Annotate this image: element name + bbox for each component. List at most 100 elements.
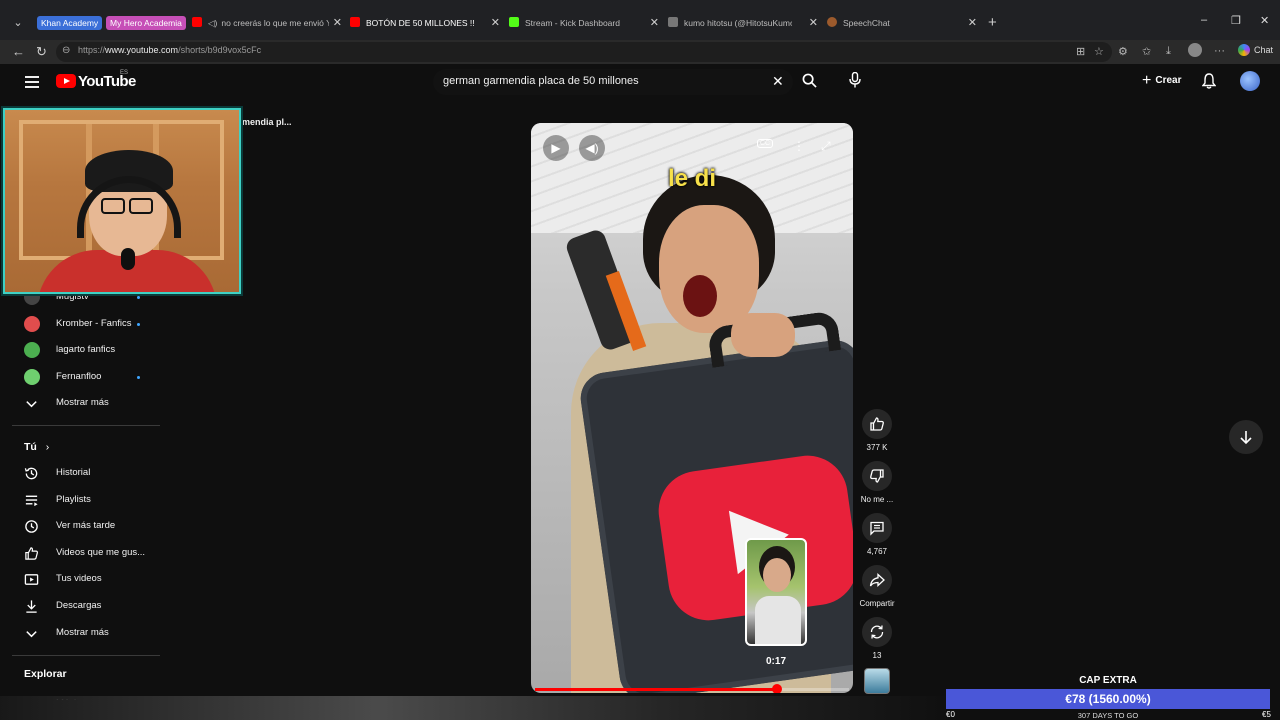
volume-icon[interactable]: ◀) [579,135,605,161]
new-tab-icon[interactable]: + [988,14,997,31]
captions-icon[interactable]: CC [757,139,774,148]
remix-icon [870,625,884,639]
video-progress-knob[interactable] [771,684,782,693]
you-heading-label: Tú [24,441,37,453]
app-install-icon[interactable]: ⊞ [1076,45,1085,58]
downloads-icon [26,600,37,613]
favorites-icon[interactable]: ✩ [1142,45,1151,58]
screen: ⌄ Khan Academy My Hero Academia ◁) no cre… [0,0,1280,720]
close-tab-icon[interactable]: ✕ [968,13,977,34]
share-button[interactable]: Compartir [858,565,896,608]
sidebar-channel-kromber[interactable]: Kromber - Fanfics [0,312,160,336]
search-icon[interactable] [802,73,817,88]
extensions-icon[interactable]: ⚙ [1118,45,1128,58]
sidebar-item-your-videos[interactable]: Tus videos [0,567,160,591]
new-content-dot [137,296,140,299]
site-info-icon[interactable]: ⊖ [62,45,70,56]
sidebar-item-liked-videos[interactable]: Videos que me gus... [0,541,160,565]
sidebar-channel-fernanfloo[interactable]: Fernanfloo [0,365,160,389]
play-button[interactable]: ▶ [543,135,569,161]
notifications-bell-icon[interactable] [1202,73,1216,89]
tab-group-khan-academy[interactable]: Khan Academy [37,16,103,30]
tab-title: Stream - Kick Dashboard [525,18,620,28]
youtube-favicon-icon [350,17,360,27]
dislike-label: No me ... [860,495,894,504]
browser-tab-5[interactable]: SpeechChat ✕ [827,13,977,34]
more-menu-icon[interactable]: ··· [1214,45,1225,57]
youtube-favicon-icon [192,17,202,27]
sidebar-channel-lagarto[interactable]: lagarto fanfics [0,338,160,362]
close-tab-icon[interactable]: ✕ [491,13,500,34]
speaker-icon: ◁) [208,18,218,28]
new-content-dot [137,376,140,379]
sidebar-item-downloads[interactable]: Descargas [0,594,160,618]
copilot-icon [1238,44,1250,56]
sidebar-show-more-channels[interactable]: Mostrar más [0,391,160,415]
bookmark-star-icon[interactable]: ☆ [1094,45,1104,58]
sidebar-item-watch-later[interactable]: Ver más tarde [0,514,160,538]
search-input[interactable]: german garmendia placa de 50 millones ✕ [433,69,793,95]
tab-title: BOTÓN DE 50 MILLONES !! - Fernanfloo [366,18,474,28]
channel-name: Kromber - Fanfics [56,318,132,329]
hamburger-menu-icon[interactable] [25,76,39,88]
copilot-chat-button[interactable]: Chat [1238,44,1273,56]
seek-preview-thumbnail [745,538,807,646]
url-text: https://www.youtube.com/shorts/b9d9vox5c… [78,45,262,55]
chat-label: Chat [1254,45,1274,55]
reload-icon[interactable]: ↻ [36,43,47,61]
arrow-down-icon [1240,431,1252,445]
profile-icon[interactable] [1188,43,1202,57]
truncated-video-title[interactable]: mendia pl... [242,117,292,127]
clear-search-icon[interactable]: ✕ [772,73,784,90]
window-close-icon[interactable]: ✕ [1260,14,1269,27]
browser-tab-3[interactable]: Stream - Kick Dashboard ✕ [509,13,659,34]
sidebar-item-label: Videos que me gus... [56,547,146,558]
address-bar[interactable]: ⊖ https://www.youtube.com/shorts/b9d9vox… [56,42,1112,62]
next-short-button[interactable] [1229,420,1263,454]
sidebar-item-history[interactable]: Historial [0,461,160,485]
chevron-down-icon [26,631,37,638]
stream-overlay-shadow [0,696,946,720]
downloads-toolbar-icon[interactable]: ⤓ [1166,45,1171,58]
sidebar-item-label: Playlists [56,494,91,505]
plus-icon: + [1142,72,1152,89]
youtube-logo-icon[interactable] [56,74,76,88]
channel-thumbnail[interactable] [864,668,890,694]
close-tab-icon[interactable]: ✕ [809,13,818,34]
browser-tab-1[interactable]: ◁)no creerás lo que me envió YouTube ✕ [192,13,342,34]
back-arrow-icon[interactable]: ← [12,43,25,61]
sidebar-item-playlists[interactable]: Playlists [0,488,160,512]
browser-tab-4[interactable]: kumo hitotsu (@HitotsuKumo) / X ✕ [668,13,818,34]
more-options-icon[interactable]: ⋮ [793,139,805,153]
create-button[interactable]: + Crear [1134,70,1189,92]
sidebar-item-label: Descargas [56,600,102,611]
channel-avatar [24,342,40,358]
dislike-button[interactable]: No me ... [858,461,896,504]
minimize-icon[interactable]: – [1201,14,1207,26]
microphone-icon[interactable] [849,72,861,88]
chevron-right-icon: › [45,441,50,453]
tab-search-chevron-icon[interactable]: ⌄ [9,14,27,32]
thumbs-up-icon [870,417,884,431]
browser-tab-2[interactable]: BOTÓN DE 50 MILLONES !! - Fernanfloo ✕ [350,13,500,34]
like-button[interactable]: 377 K [858,409,896,452]
close-tab-icon[interactable]: ✕ [650,13,659,34]
close-tab-icon[interactable]: ✕ [333,13,342,34]
remix-button[interactable]: 13 [858,617,896,660]
account-avatar[interactable] [1240,71,1260,91]
liked-icon [25,547,38,560]
sidebar-show-more-you[interactable]: Mostrar más [0,621,160,645]
video-progress-bar[interactable] [535,684,849,693]
thumbs-down-icon [870,469,884,483]
browser-tab-strip: ⌄ Khan Academy My Hero Academia ◁) no cre… [0,0,1280,40]
donation-goal-amount: €78 (1560.00%) [1065,692,1151,706]
fullscreen-icon[interactable]: ⤢ [821,139,831,154]
sidebar-you-heading[interactable]: Tú › [24,441,49,453]
comments-button[interactable]: 4,767 [858,513,896,556]
speechchat-favicon-icon [827,17,837,27]
sidebar-item-label: Historial [56,467,91,478]
sidebar-explore-heading: Explorar [24,668,67,680]
restore-icon[interactable]: ❐ [1231,14,1241,27]
seek-preview-time: 0:17 [765,656,786,667]
tab-group-my-hero-academia[interactable]: My Hero Academia [106,16,186,30]
